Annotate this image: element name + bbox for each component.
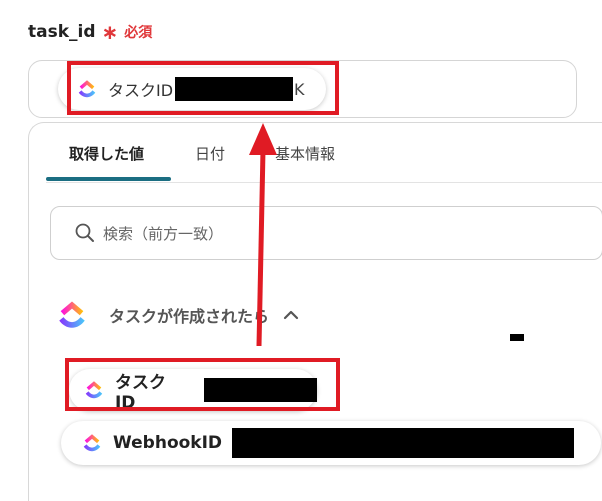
tab-retrieved-values[interactable]: 取得した値 <box>69 143 144 164</box>
field-label: task_id ∗ 必須 <box>28 22 152 42</box>
trigger-section-header[interactable]: タスクが作成されたら <box>55 298 299 332</box>
required-text: 必須 <box>124 25 153 41</box>
value-item-webhook-id[interactable]: WebhookID <box>61 421 601 465</box>
search-input[interactable]: 検索（前方一致） <box>50 206 602 260</box>
input-chip-tail: K <box>294 79 305 99</box>
clickup-logo-icon <box>85 381 103 399</box>
input-chip-label: タスクID <box>108 81 174 100</box>
active-tab-indicator <box>46 177 171 181</box>
input-value-chip[interactable]: タスクID K <box>58 68 326 110</box>
clickup-logo-icon <box>83 434 101 452</box>
chevron-up-icon[interactable] <box>283 310 299 320</box>
clickup-logo-icon <box>78 80 96 98</box>
tab-basic-info[interactable]: 基本情報 <box>275 143 335 164</box>
redacted-value <box>175 77 294 101</box>
redacted-value <box>204 378 317 402</box>
value-item-label: WebhookID <box>113 433 223 453</box>
section-title: タスクが作成されたら <box>109 307 270 326</box>
required-mark: ∗ <box>101 20 119 44</box>
value-item-task-id[interactable]: タスクID <box>69 369 317 413</box>
field-name: task_id <box>28 22 96 42</box>
value-picker-panel: 取得した値 日付 基本情報 検索（前方一致） タスクが作成されたら タスクID <box>28 122 602 501</box>
redaction-mark <box>510 334 524 341</box>
redacted-value <box>232 428 575 458</box>
search-icon <box>75 223 94 242</box>
search-placeholder: 検索（前方一致） <box>103 224 224 243</box>
value-item-label: タスクID <box>114 372 166 413</box>
clickup-logo-icon <box>59 301 85 328</box>
tab-date[interactable]: 日付 <box>195 143 225 164</box>
tab-bar: 取得した値 日付 基本情報 <box>46 123 602 183</box>
